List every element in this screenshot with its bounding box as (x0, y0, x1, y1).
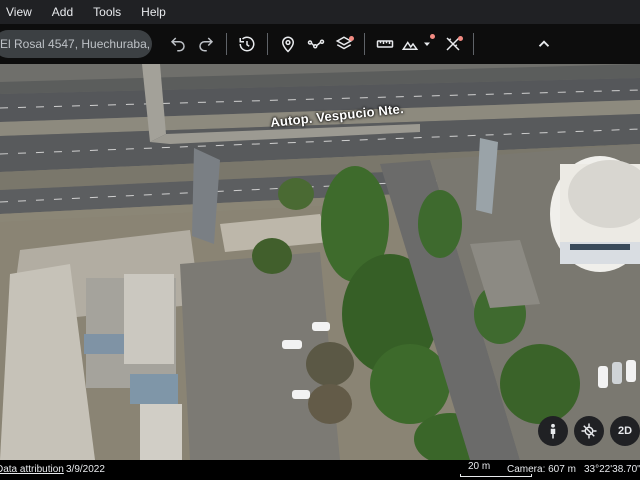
layers-button[interactable] (330, 30, 358, 58)
redo-icon (199, 37, 214, 52)
camera-altitude: Camera: 607 m (507, 464, 576, 475)
reset-north-button[interactable] (574, 416, 604, 446)
measure-button[interactable] (371, 30, 399, 58)
measure-tool-button[interactable] (439, 30, 467, 58)
menu-view[interactable]: View (6, 5, 42, 19)
add-path-button[interactable] (302, 30, 330, 58)
menu-help[interactable]: Help (141, 5, 176, 19)
tool-notification-dot (458, 36, 463, 41)
status-bar: Data attribution 3/9/2022 20 m Camera: 6… (0, 460, 640, 480)
undo-icon (170, 37, 185, 52)
collapse-icon (538, 40, 550, 47)
image-overlay-icon (401, 41, 419, 50)
historical-imagery-button[interactable] (233, 30, 261, 58)
image-overlay-button[interactable] (399, 30, 421, 58)
search-box[interactable] (0, 30, 152, 58)
search-input[interactable] (0, 37, 150, 51)
placemark-icon (281, 36, 295, 53)
redo-button[interactable] (192, 30, 220, 58)
coordinates: 33°22'38.70" (584, 464, 640, 475)
toolbar (0, 24, 640, 64)
scale-label: 20 m (468, 461, 491, 472)
collapse-toolbar-button[interactable] (530, 30, 558, 58)
image-overlay-dropdown[interactable] (421, 30, 435, 58)
add-placemark-button[interactable] (274, 30, 302, 58)
toolbar-divider (473, 33, 474, 55)
layers-notification-dot (349, 36, 354, 41)
toolbar-divider (364, 33, 365, 55)
undo-button[interactable] (164, 30, 192, 58)
toggle-2d-button[interactable]: 2D (610, 416, 640, 446)
history-group (164, 24, 220, 64)
history-icon (239, 36, 255, 52)
ruler-icon (376, 40, 394, 48)
compass-reset-icon (581, 423, 597, 439)
menu-tools[interactable]: Tools (93, 5, 131, 19)
toolbar-divider (226, 33, 227, 55)
data-attribution-link[interactable]: Data attribution (0, 464, 64, 475)
street-view-pegman-icon (550, 423, 556, 439)
menu-bar: View Add Tools Help (0, 0, 640, 24)
imagery-date: 3/9/2022 (66, 464, 105, 475)
menu-add[interactable]: Add (52, 5, 83, 19)
street-view-button[interactable] (538, 416, 568, 446)
overlay-notification-dot (430, 34, 435, 39)
map-view[interactable]: Autop. Vespucio Nte. (0, 64, 640, 460)
path-icon (307, 39, 325, 49)
toolbar-divider (267, 33, 268, 55)
